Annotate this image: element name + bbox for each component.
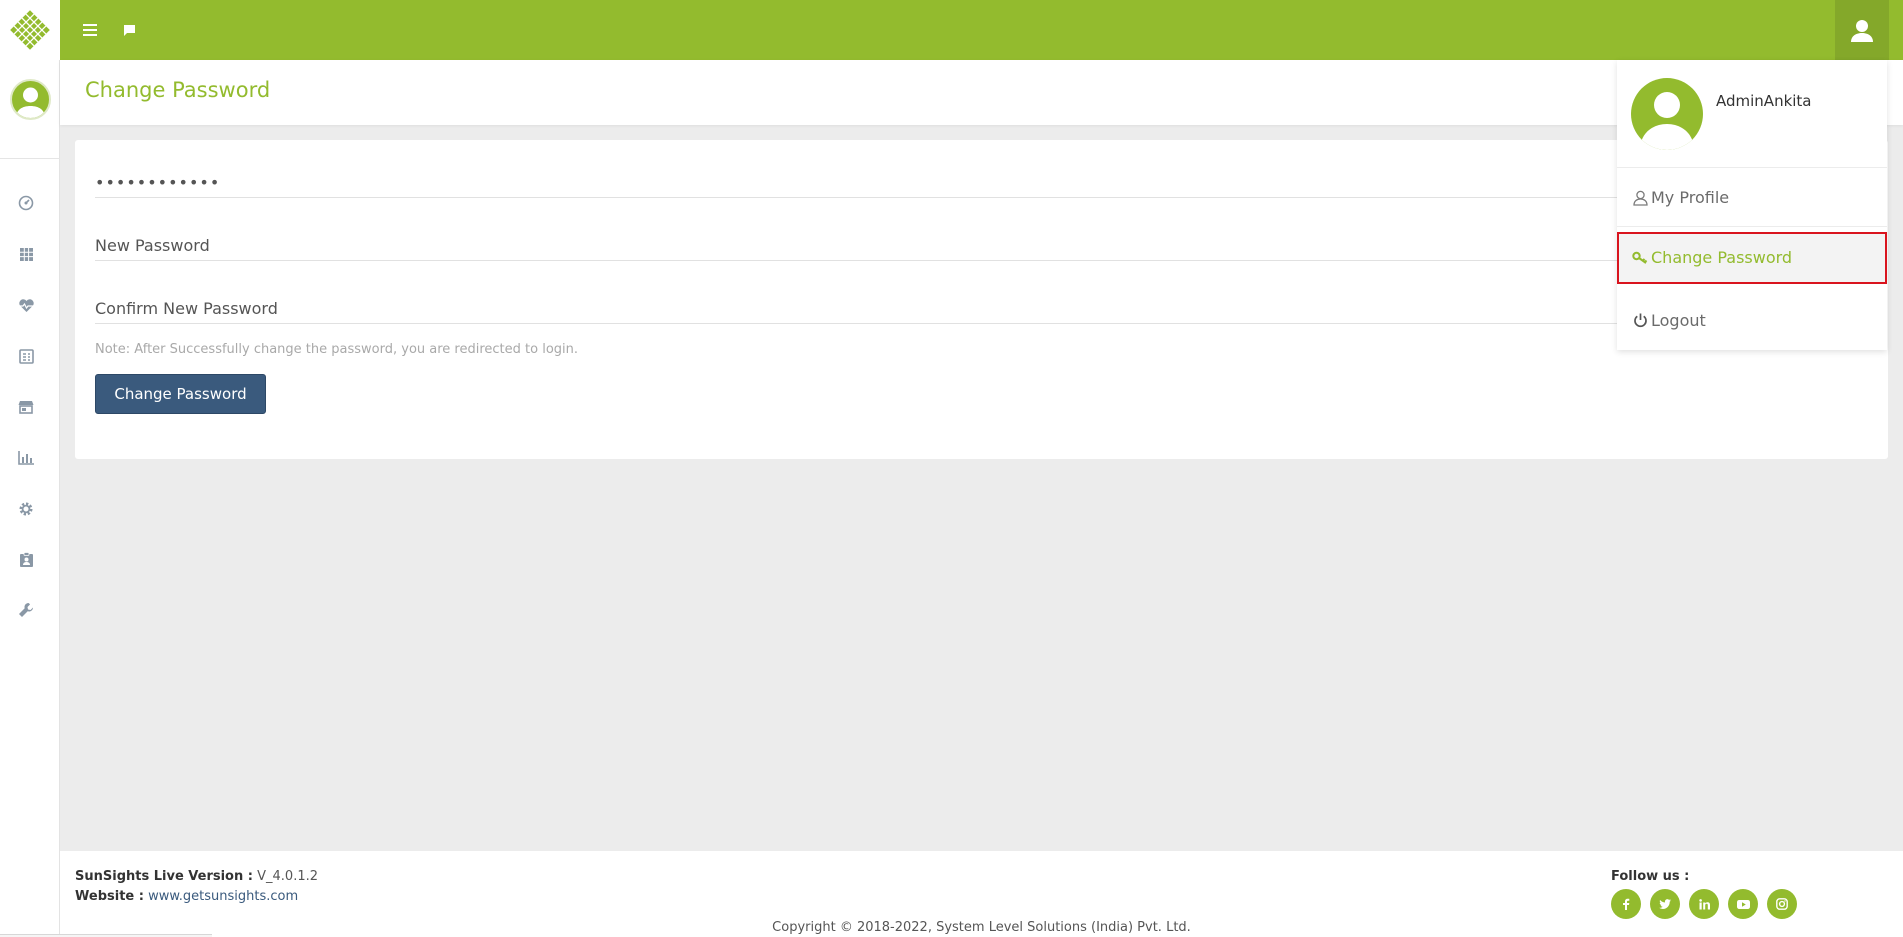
redirect-note: Note: After Successfully change the pass…	[95, 342, 579, 357]
twitter-icon[interactable]	[1650, 889, 1680, 919]
social-links	[1611, 889, 1797, 919]
user-dropdown-menu: AdminAnkita My Profile Change Password L…	[1617, 60, 1887, 350]
gear-icon	[19, 502, 33, 516]
confirm-password-input[interactable]	[95, 284, 1868, 323]
new-password-input[interactable]	[95, 221, 1868, 260]
chat-icon[interactable]	[119, 20, 139, 40]
diamond-logo-icon	[10, 10, 50, 50]
bar-chart-icon	[18, 451, 34, 465]
linkedin-icon[interactable]	[1689, 889, 1719, 919]
facebook-icon[interactable]	[1611, 889, 1641, 919]
follow-us-label: Follow us :	[1611, 869, 1690, 884]
footer: SunSights Live Version : V_4.0.1.2 Websi…	[60, 851, 1903, 937]
sidebar-item-analytics[interactable]	[16, 448, 36, 468]
clipboard-user-icon	[19, 552, 33, 567]
website-label: Website :	[75, 889, 144, 904]
current-password-field	[95, 158, 1868, 198]
version-label: SunSights Live Version :	[75, 869, 253, 884]
menu-item-label: Logout	[1651, 310, 1706, 330]
sidebar-item-clipboard[interactable]	[16, 550, 36, 570]
menu-item-my-profile[interactable]: My Profile	[1617, 169, 1887, 227]
copyright-text: Copyright © 2018-2022, System Level Solu…	[772, 920, 1191, 935]
instagram-icon[interactable]	[1767, 889, 1797, 919]
page-title: Change Password	[85, 78, 271, 102]
wrench-icon	[19, 602, 34, 617]
sidebar-item-tools[interactable]	[16, 600, 36, 620]
hamburger-menu-icon[interactable]	[80, 20, 100, 40]
power-icon	[1631, 311, 1649, 329]
gauge-icon	[18, 195, 34, 211]
user-icon	[1851, 20, 1873, 42]
user-avatar	[1631, 78, 1703, 150]
youtube-icon[interactable]	[1728, 889, 1758, 919]
sidebar-item-dashboard[interactable]	[16, 193, 36, 213]
user-outline-icon	[1631, 189, 1649, 207]
heart-pulse-icon	[18, 298, 34, 312]
menu-item-change-password[interactable]: Change Password	[1617, 232, 1887, 284]
sidebar-item-store[interactable]	[16, 397, 36, 417]
menu-item-label: Change Password	[1651, 248, 1793, 267]
version-value: V_4.0.1.2	[257, 869, 318, 884]
app-logo[interactable]	[0, 0, 60, 60]
new-password-field	[95, 221, 1868, 261]
change-password-button[interactable]: Change Password	[95, 374, 266, 414]
current-password-input[interactable]	[95, 158, 1868, 197]
sidebar-item-health[interactable]	[16, 295, 36, 315]
top-bar	[0, 0, 1903, 60]
user-dropdown-header: AdminAnkita	[1617, 60, 1887, 168]
website-link[interactable]: www.getsunsights.com	[148, 889, 298, 904]
confirm-password-field	[95, 284, 1868, 324]
sidebar-item-reports[interactable]	[16, 346, 36, 366]
website-line: Website : www.getsunsights.com	[75, 889, 298, 904]
sidebar-avatar[interactable]	[10, 79, 51, 120]
sidebar-item-plants[interactable]	[16, 244, 36, 264]
grid-icon	[19, 247, 33, 261]
report-icon	[18, 348, 34, 364]
sidebar	[0, 60, 60, 937]
menu-item-label: My Profile	[1651, 188, 1730, 207]
menu-item-logout[interactable]: Logout	[1617, 291, 1887, 349]
sidebar-divider	[0, 158, 60, 159]
sidebar-item-settings[interactable]	[16, 499, 36, 519]
key-icon	[1631, 249, 1649, 267]
store-icon	[18, 401, 34, 414]
user-menu-button[interactable]	[1835, 0, 1889, 60]
version-line: SunSights Live Version : V_4.0.1.2	[75, 869, 318, 884]
username: AdminAnkita	[1716, 92, 1812, 110]
